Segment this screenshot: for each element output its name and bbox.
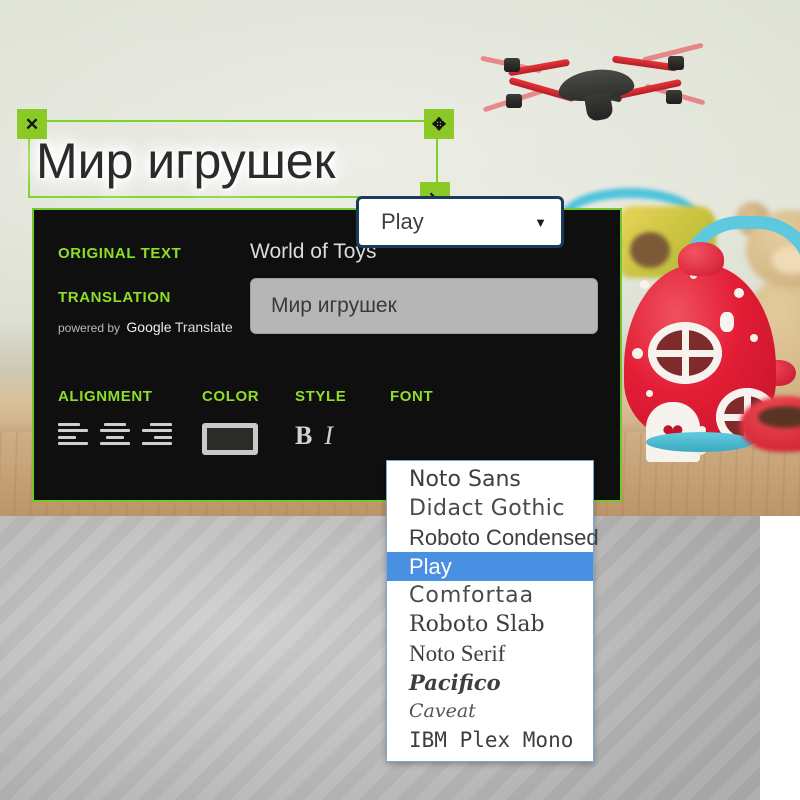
bowl-inner	[758, 406, 800, 428]
polka-dot	[720, 312, 734, 332]
drone-camera	[583, 91, 615, 123]
alignment-label: ALIGNMENT	[58, 388, 153, 405]
toy-house-base	[646, 432, 754, 452]
drone-graphic	[480, 28, 706, 128]
font-option-comfortaa[interactable]: Comfortaa	[387, 581, 593, 610]
chevron-down-icon: ▼	[534, 214, 547, 230]
app-stage: ❤ Мир игрушек ✕ ✥ ↘ ORIGINAL TEXT World …	[0, 0, 800, 800]
translation-label: TRANSLATION	[58, 289, 171, 306]
toy-house-window	[648, 322, 722, 384]
font-option-noto-sans[interactable]: Noto Sans	[387, 465, 593, 494]
page-margin-right	[760, 516, 800, 800]
font-option-roboto-condensed[interactable]: Roboto Condensed	[387, 523, 599, 552]
font-dropdown-list[interactable]: Noto Sans Didact Gothic Roboto Condensed Pl…	[386, 460, 599, 762]
style-buttons: B I	[295, 423, 346, 449]
drone-motor	[668, 56, 684, 70]
color-swatch-wrap	[202, 423, 259, 455]
polka-dot	[734, 288, 744, 298]
google-wordmark: Google	[126, 319, 172, 335]
drone-motor	[504, 58, 520, 72]
move-icon[interactable]: ✥	[424, 109, 454, 139]
translation-input[interactable]	[250, 278, 598, 334]
color-label: COLOR	[202, 388, 260, 405]
align-left-icon[interactable]	[58, 423, 88, 445]
close-icon[interactable]: ✕	[17, 109, 47, 139]
polka-dot	[750, 334, 758, 342]
text-editor-panel: ORIGINAL TEXT World of Toys TRANSLATION …	[32, 208, 622, 502]
bold-button[interactable]: B	[295, 423, 312, 449]
font-control: FONT	[390, 388, 433, 405]
overlay-text[interactable]: Мир игрушек	[36, 132, 336, 190]
font-select[interactable]: Play ▼	[356, 196, 564, 248]
translate-wordmark: Translate	[174, 319, 233, 335]
font-option-didact-gothic[interactable]: Didact Gothic	[387, 494, 593, 523]
drone-motor	[506, 94, 522, 108]
alignment-control: ALIGNMENT	[58, 388, 172, 445]
polka-dot	[632, 348, 643, 359]
window-bar	[682, 322, 689, 384]
color-control: COLOR	[202, 388, 259, 455]
font-option-caveat[interactable]: Caveat	[387, 697, 593, 726]
font-label: FONT	[390, 388, 434, 405]
polka-dot	[646, 390, 653, 397]
drone-motor	[666, 90, 682, 104]
color-swatch[interactable]	[202, 423, 258, 455]
toy-house-lid-knob	[678, 242, 724, 276]
font-option-roboto-slab[interactable]: Roboto Slab	[387, 610, 593, 639]
original-text-label: ORIGINAL TEXT	[58, 245, 182, 262]
align-right-icon[interactable]	[142, 423, 172, 445]
alignment-buttons	[58, 423, 172, 445]
style-control: STYLE B I	[295, 388, 346, 449]
font-select-value: Play	[381, 209, 424, 234]
align-center-icon[interactable]	[100, 423, 130, 445]
font-option-noto-serif[interactable]: Noto Serif	[387, 639, 593, 668]
powered-by-google-translate: powered by Google Translate	[58, 319, 233, 335]
font-option-play[interactable]: Play	[387, 552, 593, 581]
italic-button[interactable]: I	[324, 423, 333, 449]
font-option-pacifico[interactable]: Pacifico	[387, 668, 593, 697]
style-label: STYLE	[295, 388, 347, 405]
polka-dot	[640, 280, 649, 289]
font-option-ibm-plex-mono[interactable]: IBM Plex Mono	[387, 726, 593, 755]
powered-prefix: powered by	[58, 321, 121, 335]
